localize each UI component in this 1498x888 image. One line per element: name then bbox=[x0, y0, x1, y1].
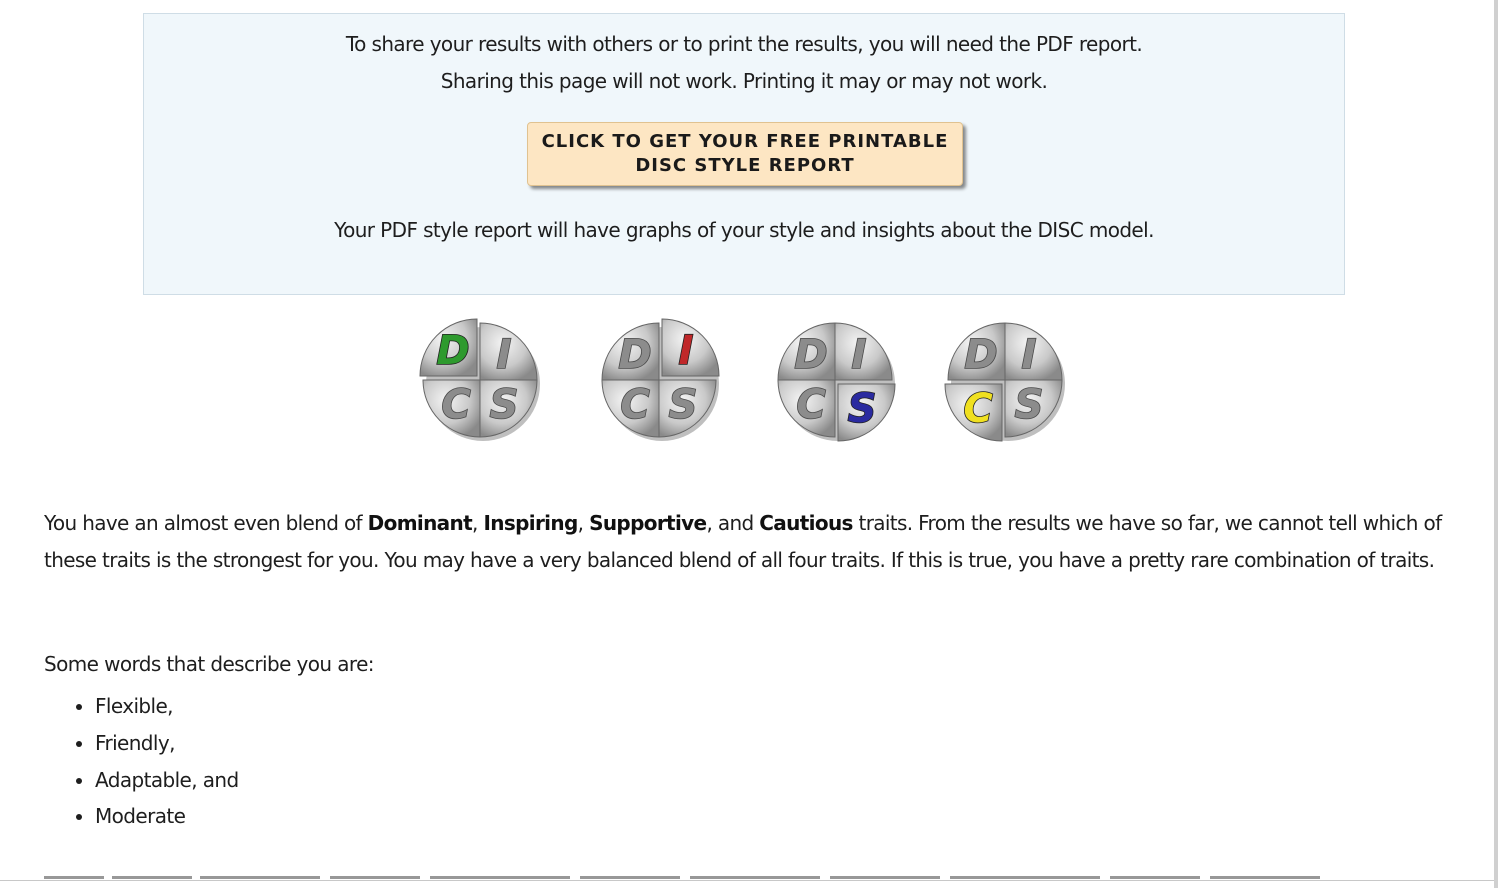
disc-icons-row: DICSDICSDICSDICS bbox=[0, 318, 1498, 458]
list-item: Moderate bbox=[95, 798, 239, 835]
list-item: Friendly, bbox=[95, 725, 239, 762]
disc-letter: C bbox=[796, 382, 825, 428]
disc-letter: D bbox=[964, 332, 997, 378]
disc-letter: I bbox=[1022, 332, 1037, 378]
disc-letter: S bbox=[1015, 382, 1044, 428]
pdf-report-notice: To share your results with others or to … bbox=[143, 13, 1345, 295]
list-item: Adaptable, and bbox=[95, 762, 239, 799]
disc-letter: S bbox=[669, 382, 698, 428]
disc-icon-d-highlight: D IC S bbox=[419, 318, 540, 441]
notice-line-1: To share your results with others or to … bbox=[345, 32, 1143, 56]
result-comma-1: , bbox=[472, 511, 484, 535]
get-report-button-label-2: DISC STYLE REPORT bbox=[635, 155, 855, 176]
disc-letter: I bbox=[497, 332, 512, 378]
list-item: Flexible, bbox=[95, 688, 239, 725]
words-list: Flexible, Friendly, Adaptable, and Moder… bbox=[44, 688, 239, 835]
result-comma-2: , bbox=[577, 511, 590, 535]
disc-icon-i-highlight: D IC S bbox=[601, 318, 720, 441]
disc-letter: S bbox=[848, 386, 877, 432]
trait-dominant: Dominant bbox=[367, 511, 473, 535]
trait-inspiring: Inspiring bbox=[483, 511, 578, 535]
get-report-button-label-1: CLICK TO GET YOUR FREE PRINTABLE bbox=[541, 131, 949, 152]
result-text-1: You have an almost even blend of bbox=[44, 511, 368, 535]
scrollbar[interactable] bbox=[1494, 0, 1498, 888]
disc-letter: I bbox=[679, 328, 694, 374]
result-and: , and bbox=[706, 511, 760, 535]
disc-letter: D bbox=[794, 332, 827, 378]
words-intro: Some words that describe you are: bbox=[44, 652, 375, 676]
disc-letter: D bbox=[436, 328, 469, 374]
disc-letter: C bbox=[963, 386, 992, 432]
trait-supportive: Supportive bbox=[589, 511, 707, 535]
disc-letter: I bbox=[852, 332, 867, 378]
disc-icon-c-highlight: D IC S bbox=[944, 322, 1065, 442]
trait-cautious: Cautious bbox=[759, 511, 853, 535]
disc-letter: S bbox=[490, 382, 519, 428]
disc-letter: C bbox=[441, 382, 470, 428]
disc-letter: C bbox=[620, 382, 649, 428]
result-paragraph: You have an almost even blend of Dominan… bbox=[44, 505, 1454, 578]
notice-line-3: Your PDF style report will have graphs o… bbox=[334, 218, 1154, 242]
get-report-button[interactable]: CLICK TO GET YOUR FREE PRINTABLE DISC ST… bbox=[527, 122, 963, 186]
disc-icon-s-highlight: D IC S bbox=[777, 322, 896, 442]
notice-line-2: Sharing this page will not work. Printin… bbox=[440, 69, 1048, 93]
page-divider bbox=[0, 880, 1498, 881]
disc-letter: D bbox=[618, 332, 651, 378]
